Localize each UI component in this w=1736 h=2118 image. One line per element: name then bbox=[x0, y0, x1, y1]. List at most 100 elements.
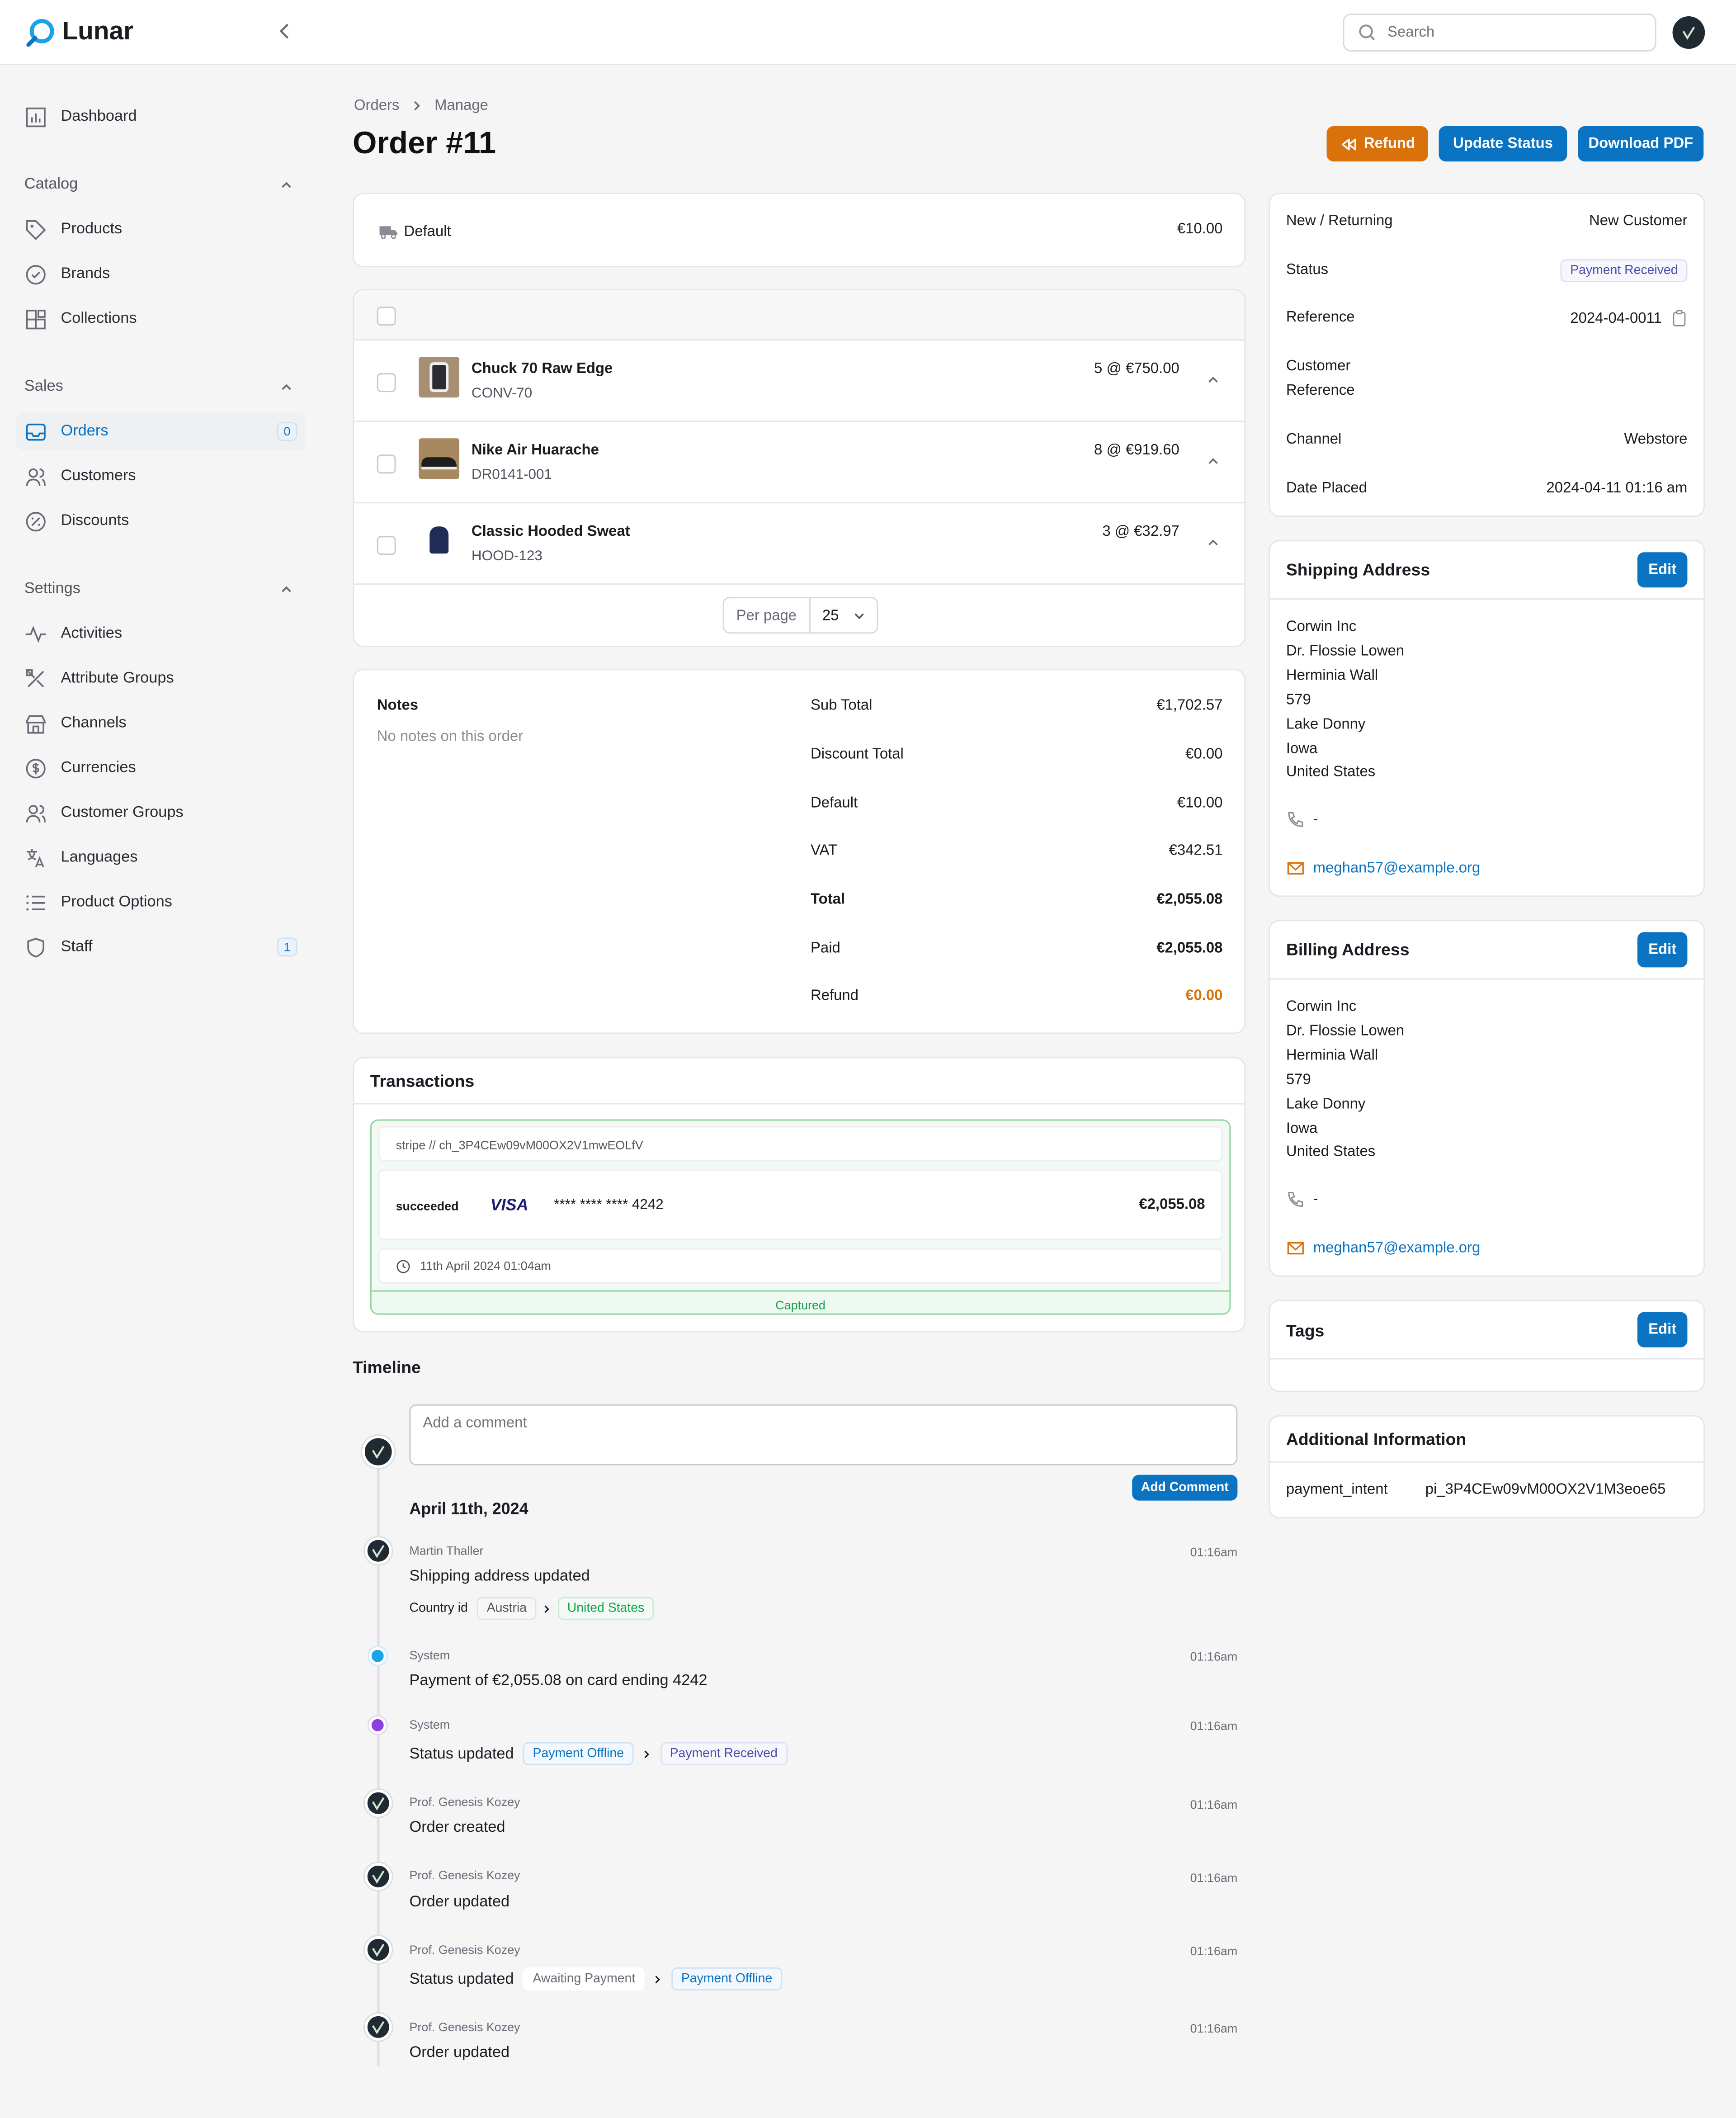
refund-button[interactable]: Refund bbox=[1326, 126, 1428, 162]
card-number: **** **** **** 4242 bbox=[554, 1196, 664, 1213]
breadcrumb-orders-link[interactable]: Orders bbox=[354, 98, 399, 114]
billing-address-title: Billing Address bbox=[1286, 940, 1410, 960]
billing-email[interactable]: meghan57@example.org bbox=[1286, 1239, 1480, 1258]
collapse-sidebar-icon[interactable] bbox=[274, 20, 296, 42]
sidebar-item-orders[interactable]: Orders 0 bbox=[16, 412, 306, 451]
transaction-item[interactable]: stripe // ch_3P4CEw09vM00OX2V1mwEOLfV su… bbox=[370, 1119, 1231, 1315]
lunar-logo-icon bbox=[24, 16, 57, 49]
phone-icon bbox=[1286, 810, 1305, 829]
sidebar-group-catalog[interactable]: Catalog bbox=[24, 176, 295, 193]
sidebar-label: Languages bbox=[61, 849, 138, 866]
phone-icon bbox=[1286, 1190, 1305, 1209]
sidebar-item-customers[interactable]: Customers bbox=[16, 457, 306, 495]
comment-input[interactable] bbox=[409, 1404, 1238, 1466]
clock-icon bbox=[396, 1258, 411, 1273]
button-label: Download PDF bbox=[1588, 136, 1694, 152]
download-pdf-button[interactable]: Download PDF bbox=[1578, 126, 1704, 162]
sidebar-item-product-options[interactable]: Product Options bbox=[16, 883, 306, 921]
user-avatar bbox=[364, 1789, 392, 1817]
chevron-right-icon bbox=[542, 1603, 552, 1614]
line-checkbox[interactable] bbox=[377, 373, 396, 392]
event-text: Payment of €2,055.08 on card ending 4242 bbox=[409, 1673, 708, 1689]
add-comment-button[interactable]: Add Comment bbox=[1132, 1475, 1238, 1501]
per-page-value: 25 bbox=[822, 607, 839, 624]
transactions-title: Transactions bbox=[370, 1072, 475, 1091]
update-status-button[interactable]: Update Status bbox=[1439, 126, 1567, 162]
sidebar-label: Attribute Groups bbox=[61, 670, 174, 687]
event-change: Country id Austria United States bbox=[409, 1597, 654, 1620]
sidebar-item-languages[interactable]: Languages bbox=[16, 838, 306, 876]
sidebar-item-attribute-groups[interactable]: Attribute Groups bbox=[16, 659, 306, 697]
chevron-right-icon bbox=[642, 1748, 652, 1759]
rewind-icon bbox=[1340, 135, 1357, 153]
shipping-label: Default bbox=[810, 795, 858, 812]
product-name: Classic Hooded Sweat bbox=[471, 524, 630, 540]
sidebar-group-settings[interactable]: Settings bbox=[24, 581, 295, 597]
line-checkbox[interactable] bbox=[377, 536, 396, 555]
product-thumbnail bbox=[419, 520, 460, 561]
date-placed-value: 2024-04-11 01:16 am bbox=[1546, 480, 1688, 497]
product-thumbnail bbox=[419, 438, 460, 479]
user-avatar[interactable] bbox=[1672, 16, 1705, 49]
chevron-up-icon[interactable] bbox=[1207, 373, 1220, 387]
sidebar-item-brands[interactable]: Brands bbox=[16, 255, 306, 293]
activity-icon bbox=[24, 622, 47, 645]
email-link[interactable]: meghan57@example.org bbox=[1313, 1240, 1481, 1257]
sidebar-label: Activities bbox=[61, 625, 123, 642]
select-all-checkbox[interactable] bbox=[377, 307, 396, 326]
customer-reference-label-2: Reference bbox=[1286, 383, 1355, 399]
list-icon bbox=[24, 891, 47, 914]
refund-label: Refund bbox=[810, 988, 859, 1004]
edit-shipping-address-button[interactable]: Edit bbox=[1637, 552, 1688, 588]
clipboard-icon[interactable] bbox=[1671, 309, 1688, 327]
staff-count-badge: 1 bbox=[277, 937, 297, 957]
order-line[interactable]: Nike Air Huarache DR0141-001 8 @ €919.60 bbox=[354, 422, 1245, 504]
event-time: 01:16am bbox=[1190, 2021, 1238, 2035]
status-label: Status bbox=[1286, 262, 1329, 279]
address-line: Dr. Flossie Lowen bbox=[1286, 643, 1405, 660]
subtotal-label: Sub Total bbox=[810, 697, 873, 714]
sidebar-item-dashboard[interactable]: Dashboard bbox=[16, 98, 306, 136]
sidebar-item-staff[interactable]: Staff 1 bbox=[16, 928, 306, 966]
total-value: €2,055.08 bbox=[1156, 891, 1223, 908]
phone-value: - bbox=[1313, 811, 1318, 828]
line-checkbox[interactable] bbox=[377, 454, 396, 474]
user-avatar bbox=[362, 1435, 395, 1468]
order-line[interactable]: Chuck 70 Raw Edge CONV-70 5 @ €750.00 bbox=[354, 340, 1245, 422]
chevron-up-icon[interactable] bbox=[1207, 454, 1220, 468]
edit-tags-button[interactable]: Edit bbox=[1637, 1312, 1688, 1347]
purple-status-dot bbox=[368, 1716, 387, 1734]
sidebar-item-collections[interactable]: Collections bbox=[16, 300, 306, 338]
event-change: Status updated Awaiting Payment Payment … bbox=[409, 1967, 782, 1990]
sidebar-label: Staff bbox=[61, 939, 93, 955]
product-name: Nike Air Huarache bbox=[471, 442, 599, 459]
address-line: Corwin Inc bbox=[1286, 998, 1357, 1015]
translate-icon bbox=[24, 846, 47, 869]
sidebar-group-sales[interactable]: Sales bbox=[24, 378, 295, 395]
edit-billing-address-button[interactable]: Edit bbox=[1637, 932, 1688, 968]
button-label: Edit bbox=[1648, 941, 1677, 958]
users-icon bbox=[24, 801, 47, 824]
sidebar-label: Brands bbox=[61, 266, 110, 283]
search-input[interactable] bbox=[1387, 24, 1631, 41]
logo[interactable]: Lunar bbox=[24, 16, 133, 49]
sidebar-item-currencies[interactable]: Currencies bbox=[16, 749, 306, 787]
sidebar-item-products[interactable]: Products bbox=[16, 210, 306, 248]
sidebar-item-discounts[interactable]: Discounts bbox=[16, 502, 306, 540]
chevron-up-icon[interactable] bbox=[1207, 536, 1220, 549]
orders-count-badge: 0 bbox=[277, 422, 297, 441]
paid-label: Paid bbox=[810, 940, 840, 957]
sidebar-item-channels[interactable]: Channels bbox=[16, 704, 306, 742]
per-page-selector[interactable]: Per page 25 bbox=[722, 597, 878, 634]
address-line: Corwin Inc bbox=[1286, 619, 1357, 635]
shipping-method-card: Default €10.00 bbox=[352, 193, 1246, 268]
status-badge: Payment Received bbox=[1561, 259, 1688, 283]
email-link[interactable]: meghan57@example.org bbox=[1313, 860, 1481, 876]
sidebar-item-customer-groups[interactable]: Customer Groups bbox=[16, 794, 306, 832]
event-text: Order created bbox=[409, 1819, 505, 1836]
shipping-email[interactable]: meghan57@example.org bbox=[1286, 859, 1480, 878]
sidebar-item-activities[interactable]: Activities bbox=[16, 615, 306, 652]
search-box[interactable] bbox=[1343, 14, 1656, 52]
address-line: United States bbox=[1286, 764, 1376, 781]
order-line[interactable]: Classic Hooded Sweat HOOD-123 3 @ €32.97 bbox=[354, 503, 1245, 585]
